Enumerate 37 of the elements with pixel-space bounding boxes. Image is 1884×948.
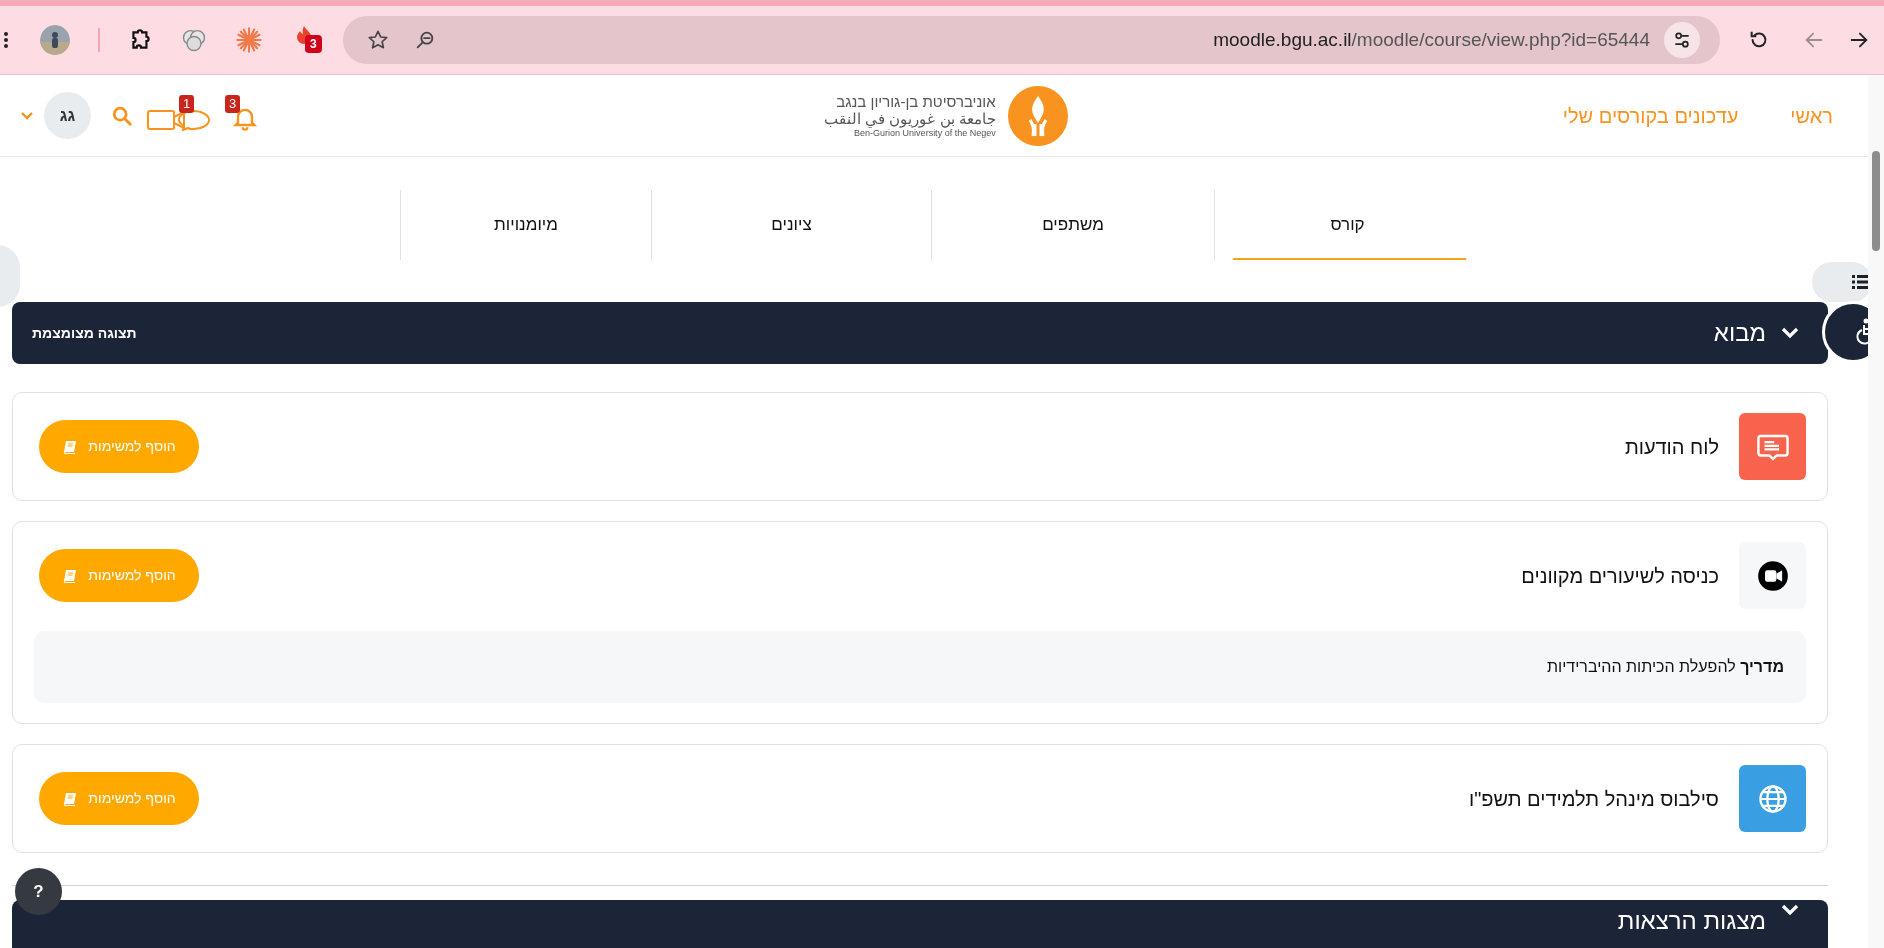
collapse-link[interactable]: תצוגה מצומצמת [32,322,137,344]
book-icon [62,790,79,807]
section-header[interactable]: מבוא תצוגה מצומצמת [12,302,1828,364]
url-text[interactable]: moodle.bgu.ac.il/moodle/course/view.php?id=65444 [1213,25,1650,55]
tab[interactable]: ציונים [652,190,932,260]
profile-avatar[interactable] [40,25,70,55]
book-icon [62,567,79,584]
site-settings-button[interactable] [1664,22,1700,58]
tab[interactable]: משתפים [932,190,1215,260]
notification-badge: 3 [225,94,241,113]
menu-icon[interactable] [4,31,8,49]
list-icon [1852,274,1868,290]
activity-link[interactable]: כניסה לשיעורים מקוונים [1521,560,1719,591]
book-icon [62,438,79,455]
logo-text: אוניברסיטת בן-גוריון בנגב [836,92,996,110]
activity-link[interactable]: סילבוס מינהל תלמידים תשפ"ו [1469,783,1719,814]
user-avatar[interactable]: גג [44,92,91,139]
logo-text: Ben-Gurion University of the Negev [854,127,996,139]
tab[interactable]: קורס [1215,190,1480,260]
section-title: מצגות הרצאות [1617,906,1766,936]
sliders-icon [1672,30,1692,50]
scrollbar-thumb[interactable] [1872,151,1880,251]
logo-text: جامعة بن غوريون في النقب [824,109,996,127]
accessibility-button[interactable] [1822,301,1868,363]
tab[interactable]: מיומנויות [400,190,652,260]
section-title: מבוא [1713,318,1766,348]
address-bar[interactable]: moodle.bgu.ac.il/moodle/course/view.php?id=65444 [343,16,1720,64]
video-camera-icon [1755,559,1790,592]
star-icon[interactable] [367,29,389,51]
notification-badge: 3 [305,35,322,53]
notification-badge: 1 [179,94,195,113]
note-text: מדריך להפעלת הכיתות ההיברידיות [1546,657,1784,677]
course-index-button[interactable] [1812,262,1868,302]
activity-link[interactable]: לוח הודעות [1624,431,1719,462]
section-header[interactable]: מצגות הרצאות [12,900,1828,948]
zoom-out-icon[interactable] [414,29,436,51]
starburst-icon[interactable] [235,26,263,54]
